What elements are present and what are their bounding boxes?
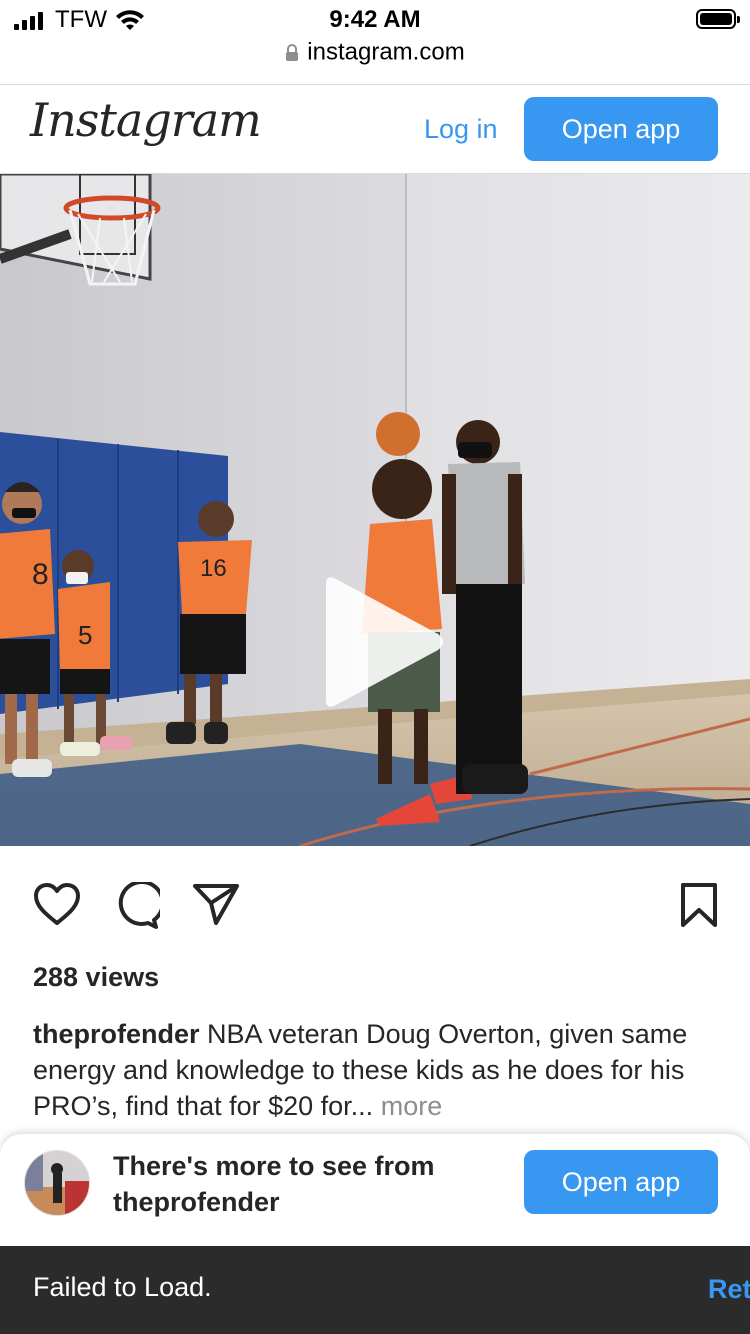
heart-icon[interactable]: [33, 882, 81, 926]
address-bar[interactable]: instagram.com: [0, 38, 750, 78]
jersey-number: 8: [32, 558, 49, 591]
toast-message: Failed to Load.: [33, 1272, 212, 1302]
play-icon[interactable]: [318, 574, 448, 710]
comment-icon[interactable]: [112, 882, 160, 930]
video-frame: 8 5 16: [0, 174, 750, 846]
open-app-button[interactable]: Open app: [524, 1150, 718, 1214]
view-count: 288 views: [33, 962, 160, 992]
status-time: 9:42 AM: [329, 6, 421, 33]
more-link[interactable]: more: [381, 1091, 443, 1121]
retry-button[interactable]: Ret: [708, 1274, 750, 1305]
battery-icon: [696, 9, 740, 29]
status-bar: TFW 9:42 AM: [0, 0, 750, 40]
sheet-username: theprofender: [113, 1187, 280, 1217]
lock-icon: [286, 43, 299, 61]
post-caption: theprofender NBA veteran Doug Overton, g…: [33, 1016, 723, 1124]
open-app-sheet: There's more to see from theprofender Op…: [0, 1134, 750, 1246]
login-link[interactable]: Log in: [424, 114, 498, 145]
bookmark-icon[interactable]: [680, 882, 718, 928]
error-toast: Failed to Load. Ret: [0, 1246, 750, 1334]
video-player[interactable]: 8 5 16: [0, 174, 750, 846]
share-icon[interactable]: [192, 882, 240, 926]
post-actions: [0, 846, 750, 966]
app-header: Instagram Log in Open app: [0, 85, 750, 174]
sheet-message: There's more to see from theprofender: [113, 1148, 435, 1220]
url-text: instagram.com: [307, 38, 465, 66]
jersey-number: 5: [78, 620, 92, 650]
sheet-line: There's more to see from: [113, 1151, 435, 1181]
avatar[interactable]: [24, 1150, 90, 1216]
open-app-button[interactable]: Open app: [524, 97, 718, 161]
caption-username[interactable]: theprofender: [33, 1019, 200, 1049]
jersey-number: 16: [200, 555, 227, 582]
instagram-logo[interactable]: Instagram: [30, 93, 262, 147]
